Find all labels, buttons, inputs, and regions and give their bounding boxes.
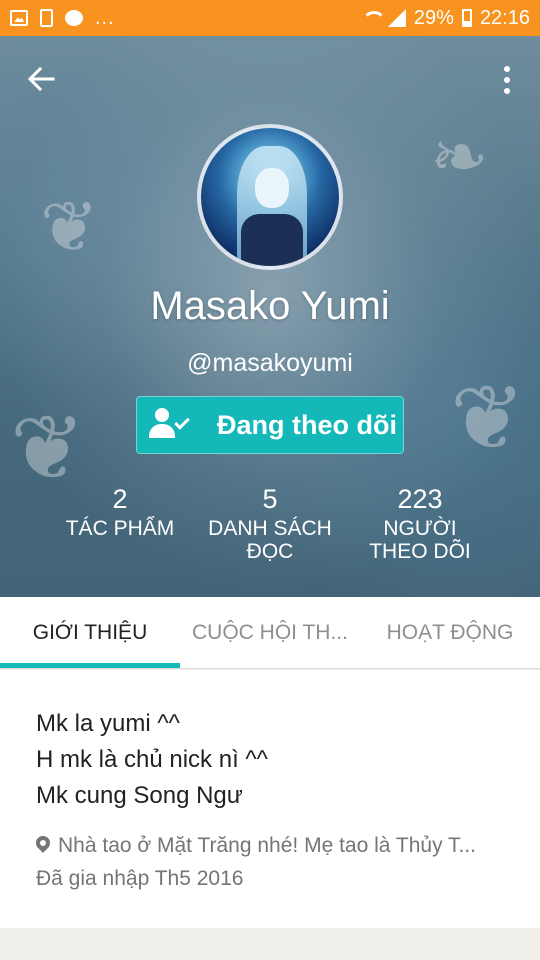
arrow-left-icon [27, 66, 55, 92]
more-vertical-icon [504, 66, 510, 72]
location-pin-icon [36, 836, 50, 856]
stat-works-count: 2 [112, 484, 128, 514]
message-notification-icon [65, 10, 83, 26]
profile-header: ❦ ❧ ❦ ❦ Masako Yumi @masakoyumi Đang the… [0, 36, 540, 597]
butterfly-decoration-icon: ❦ [40, 188, 99, 266]
stat-works[interactable]: 2 TÁC PHẨM [60, 484, 180, 540]
stat-reading-lists-count: 5 [262, 484, 278, 514]
bio-line: H mk là chủ nick nì ^^ [36, 746, 268, 773]
profile-name: Masako Yumi [150, 284, 390, 328]
status-left: ... [10, 7, 115, 30]
following-label: Đang theo dõi [217, 409, 397, 440]
status-bar: ... 29% 22:16 [0, 0, 540, 36]
location-row: Nhà tao ở Mặt Trăng nhé! Mẹ tao là Thủy … [36, 834, 506, 858]
location-text: Nhà tao ở Mặt Trăng nhé! Mẹ tao là Thủy … [58, 834, 477, 857]
bio-line: Mk cung Song Ngư [36, 782, 243, 809]
bird-decoration-icon: ❧ [430, 118, 489, 196]
battery-icon [461, 9, 472, 27]
butterfly-decoration-icon: ❦ [450, 369, 526, 469]
joined-date: Đã gia nhập Th5 2016 [36, 867, 244, 890]
profile-handle: @masakoyumi [187, 349, 353, 377]
phone-notification-icon [40, 9, 53, 27]
active-tab-indicator [0, 663, 180, 668]
clock: 22:16 [479, 6, 530, 29]
signal-icon [387, 9, 406, 27]
wifi-icon [361, 9, 386, 27]
user-check-icon [149, 408, 193, 442]
status-right: 29% 22:16 [361, 6, 530, 30]
stat-reading-lists[interactable]: 5 DANH SÁCH ĐỌC [202, 484, 338, 563]
bio-line: Mk la yumi ^^ [36, 710, 180, 737]
back-button[interactable] [26, 64, 56, 94]
tab-activity[interactable]: HOẠT ĐỘNG [360, 597, 540, 669]
tab-about[interactable]: GIỚI THIỆU [0, 597, 180, 669]
stat-followers[interactable]: 223 NGƯỜI THEO DÕI [352, 484, 488, 563]
more-notifications-icon: ... [95, 6, 115, 29]
tab-conversations[interactable]: CUỘC HỘI TH... [180, 597, 360, 669]
following-button[interactable]: Đang theo dõi [136, 396, 404, 454]
stat-followers-label: NGƯỜI THEO DÕI [369, 517, 471, 563]
profile-stats: 2 TÁC PHẨM 5 DANH SÁCH ĐỌC 223 NGƯỜI THE… [0, 484, 540, 584]
page-background [0, 928, 540, 960]
bio: Mk la yumi ^^ H mk là chủ nick nì ^^ Mk … [36, 706, 268, 814]
more-options-button[interactable] [502, 66, 512, 94]
stat-followers-count: 223 [397, 484, 443, 514]
stat-works-label: TÁC PHẨM [65, 517, 175, 540]
stat-reading-lists-label: DANH SÁCH ĐỌC [208, 517, 332, 563]
profile-tabs: GIỚI THIỆU CUỘC HỘI TH... HOẠT ĐỘNG [0, 597, 540, 669]
avatar[interactable] [197, 124, 343, 270]
battery-percent: 29% [413, 6, 454, 29]
about-section: Mk la yumi ^^ H mk là chủ nick nì ^^ Mk … [0, 670, 540, 928]
image-notification-icon [10, 10, 28, 26]
